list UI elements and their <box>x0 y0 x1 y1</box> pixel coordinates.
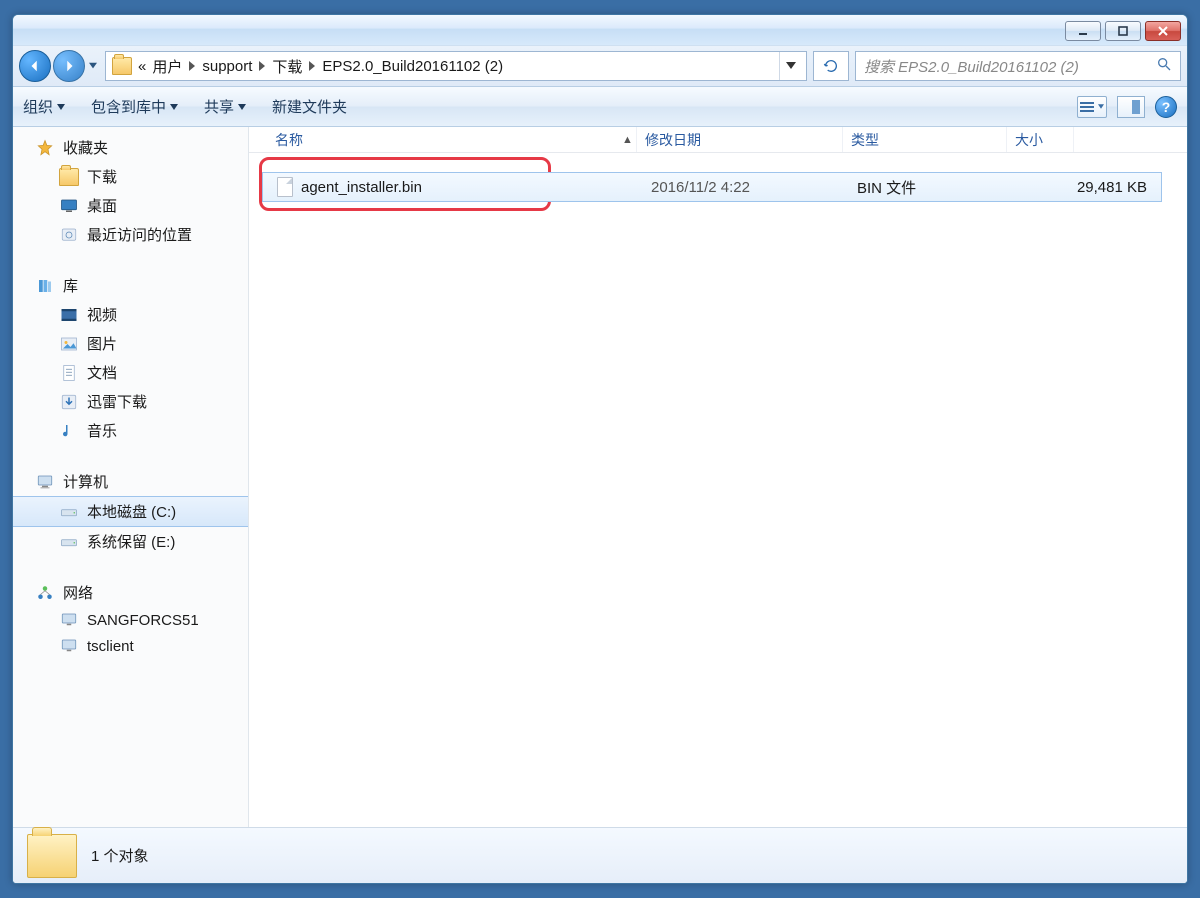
folder-icon <box>112 57 132 75</box>
content-pane: 名称 ▲ 修改日期 类型 大小 agent_installer.bin 2016… <box>249 127 1187 827</box>
sort-asc-icon: ▲ <box>622 134 636 146</box>
include-in-library-button[interactable]: 包含到库中 <box>91 96 178 117</box>
toolbar: 组织 包含到库中 共享 新建文件夹 ? <box>13 87 1187 127</box>
column-type[interactable]: 类型 <box>843 127 1007 152</box>
nav-group-computer: 计算机 本地磁盘 (C:) 系统保留 (E:) <box>13 467 248 556</box>
folder-download-icon <box>59 168 79 186</box>
new-folder-button[interactable]: 新建文件夹 <box>272 96 347 117</box>
column-headers[interactable]: 名称 ▲ 修改日期 类型 大小 <box>249 127 1187 153</box>
drive-icon <box>59 533 79 551</box>
nav-item-videos[interactable]: 视频 <box>13 300 248 329</box>
nav-item-drive-e[interactable]: 系统保留 (E:) <box>13 527 248 556</box>
breadcrumb-item[interactable]: support <box>202 58 252 75</box>
organize-button[interactable]: 组织 <box>23 96 65 117</box>
breadcrumb-item[interactable]: 下载 <box>272 56 302 77</box>
nav-group-network: 网络 SANGFORCS51 tsclient <box>13 578 248 659</box>
nav-group-favorites: 收藏夹 下载 桌面 最近访问的位置 <box>13 133 248 249</box>
search-input[interactable]: 搜索 EPS2.0_Build20161102 (2) <box>855 51 1181 81</box>
titlebar <box>13 15 1187 45</box>
breadcrumb-overflow[interactable]: « <box>138 58 146 75</box>
breadcrumb-item[interactable]: 用户 <box>152 56 182 77</box>
star-icon <box>35 139 55 157</box>
nav-header-favorites[interactable]: 收藏夹 <box>13 133 248 162</box>
host-icon <box>59 611 79 629</box>
chevron-right-icon[interactable] <box>188 61 196 71</box>
music-icon <box>59 422 79 440</box>
explorer-window: « 用户 support 下载 EPS2.0_Build20161102 (2)… <box>12 14 1188 884</box>
folder-icon <box>27 834 77 878</box>
nav-header-libraries[interactable]: 库 <box>13 271 248 300</box>
nav-item-downloads[interactable]: 下载 <box>13 162 248 191</box>
document-icon <box>59 364 79 382</box>
nav-item-thunder[interactable]: 迅雷下载 <box>13 387 248 416</box>
share-button[interactable]: 共享 <box>204 96 246 117</box>
nav-item-drive-c[interactable]: 本地磁盘 (C:) <box>13 496 248 527</box>
nav-item-desktop[interactable]: 桌面 <box>13 191 248 220</box>
history-dropdown-icon[interactable] <box>87 56 99 76</box>
computer-icon <box>35 473 55 491</box>
nav-header-network[interactable]: 网络 <box>13 578 248 607</box>
nav-row: « 用户 support 下载 EPS2.0_Build20161102 (2)… <box>13 45 1187 87</box>
host-icon <box>59 637 79 655</box>
close-button[interactable] <box>1145 21 1181 41</box>
file-type: BIN 文件 <box>857 177 1021 198</box>
back-button[interactable] <box>19 50 51 82</box>
file-name: agent_installer.bin <box>301 179 422 196</box>
desktop-icon <box>59 197 79 215</box>
video-icon <box>59 306 79 324</box>
file-icon <box>277 177 293 197</box>
nav-item-recent[interactable]: 最近访问的位置 <box>13 220 248 249</box>
help-button[interactable]: ? <box>1155 96 1177 118</box>
nav-item-network-host[interactable]: tsclient <box>13 633 248 659</box>
body: 收藏夹 下载 桌面 最近访问的位置 <box>13 127 1187 827</box>
file-area[interactable]: agent_installer.bin 2016/11/2 4:22 BIN 文… <box>249 153 1187 827</box>
window-controls <box>1065 21 1181 41</box>
download-icon <box>59 393 79 411</box>
file-modified: 2016/11/2 4:22 <box>651 179 857 196</box>
forward-button[interactable] <box>53 50 85 82</box>
address-dropdown-icon[interactable] <box>779 52 802 80</box>
file-row[interactable]: agent_installer.bin 2016/11/2 4:22 BIN 文… <box>262 172 1162 202</box>
nav-item-music[interactable]: 音乐 <box>13 416 248 445</box>
address-bar[interactable]: « 用户 support 下载 EPS2.0_Build20161102 (2) <box>105 51 807 81</box>
nav-item-network-host[interactable]: SANGFORCS51 <box>13 607 248 633</box>
network-icon <box>35 584 55 602</box>
view-mode-button[interactable] <box>1077 96 1107 118</box>
chevron-right-icon[interactable] <box>308 61 316 71</box>
nav-arrows <box>19 50 99 82</box>
minimize-button[interactable] <box>1065 21 1101 41</box>
chevron-right-icon[interactable] <box>258 61 266 71</box>
picture-icon <box>59 335 79 353</box>
column-size[interactable]: 大小 <box>1007 127 1074 152</box>
nav-tree[interactable]: 收藏夹 下载 桌面 最近访问的位置 <box>13 127 249 827</box>
refresh-button[interactable] <box>813 51 849 81</box>
maximize-button[interactable] <box>1105 21 1141 41</box>
column-name[interactable]: 名称 ▲ <box>267 127 637 152</box>
annotation-highlight: agent_installer.bin 2016/11/2 4:22 BIN 文… <box>259 157 551 211</box>
status-count: 1 个对象 <box>91 845 149 866</box>
status-bar: 1 个对象 <box>13 827 1187 883</box>
libraries-icon <box>35 277 55 295</box>
breadcrumb-item[interactable]: EPS2.0_Build20161102 (2) <box>322 58 503 75</box>
nav-group-libraries: 库 视频 图片 文档 迅雷下载 <box>13 271 248 445</box>
nav-item-pictures[interactable]: 图片 <box>13 329 248 358</box>
file-size: 29,481 KB <box>1021 179 1161 196</box>
nav-header-computer[interactable]: 计算机 <box>13 467 248 496</box>
search-placeholder: 搜索 EPS2.0_Build20161102 (2) <box>864 56 1079 77</box>
recent-icon <box>59 226 79 244</box>
preview-pane-button[interactable] <box>1117 96 1145 118</box>
nav-item-documents[interactable]: 文档 <box>13 358 248 387</box>
search-icon[interactable] <box>1156 56 1172 76</box>
drive-icon <box>59 503 79 521</box>
column-modified[interactable]: 修改日期 <box>637 127 843 152</box>
